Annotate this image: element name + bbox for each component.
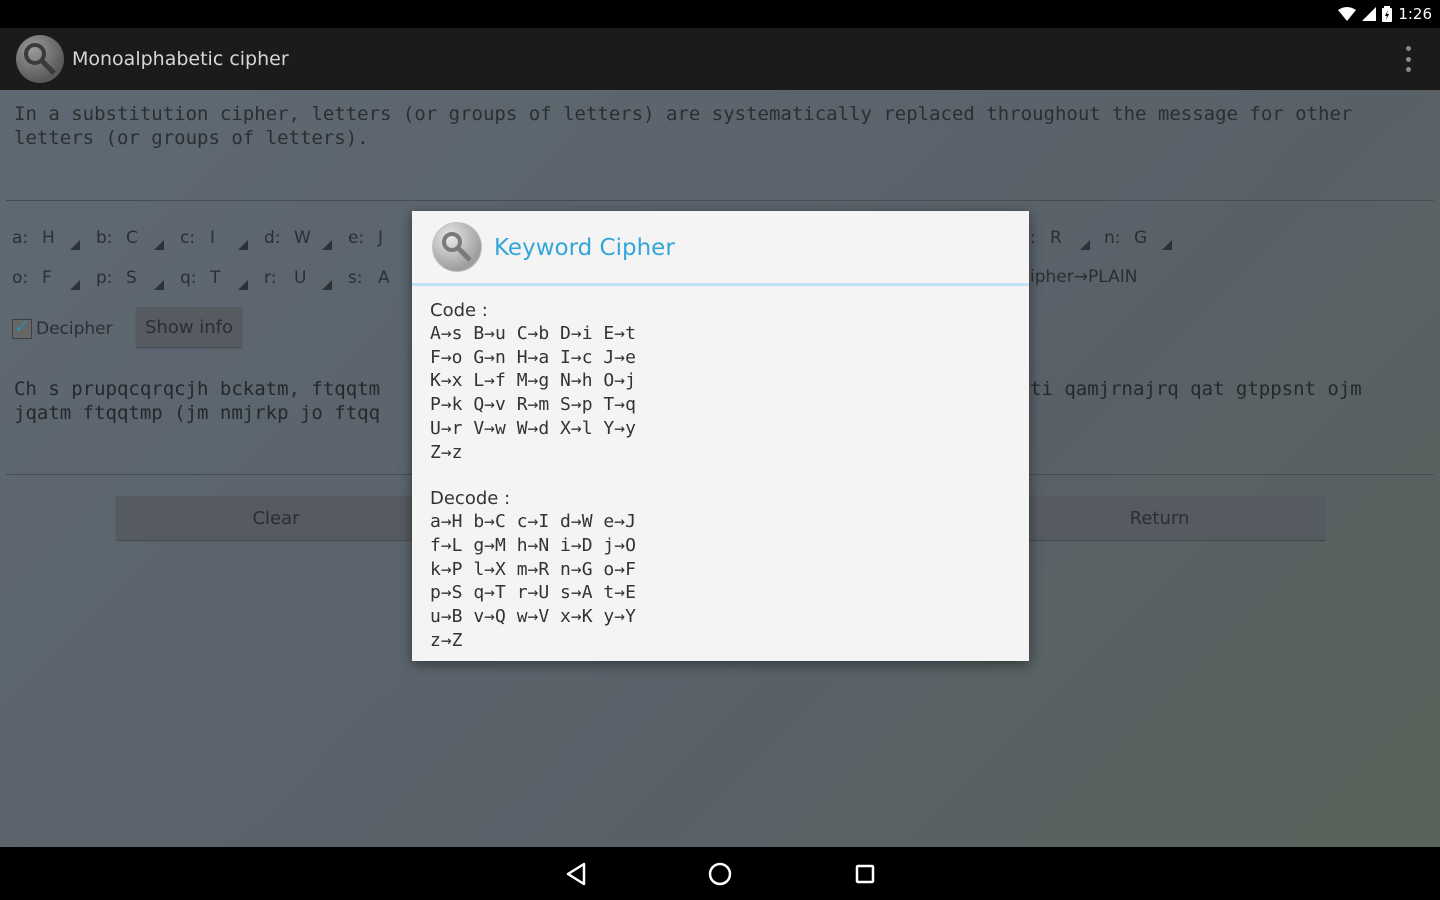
action-bar: Monoalphabetic cipher [0,28,1440,90]
code-heading: Code : [430,300,488,321]
status-bar: 1:26 [0,0,1440,28]
key-field-p[interactable]: p: S [96,264,164,294]
code-line: F→o G→n H→a I→c J→e [430,346,636,368]
battery-icon [1382,6,1393,22]
key-field-a[interactable]: a: H [12,224,80,254]
signal-icon [1362,7,1377,21]
cipher-line1-left: Ch s prupqcqrqcjh bckatm, ftqqtm [14,378,381,400]
key-field-c[interactable]: c: I [180,224,248,254]
code-line: A→s B→u C→b D→i E→t [430,323,636,344]
home-icon[interactable] [705,859,735,889]
code-line: P→k Q→v R→m S→p T→q [430,394,636,416]
key-field-s[interactable]: s: A [348,264,408,294]
key-field-n[interactable]: n: G [1104,224,1172,254]
wifi-icon [1338,7,1357,21]
keyword-cipher-dialog: Keyword Cipher Code : A→s B→u C→b D→i E→… [412,211,1029,661]
divider-top [6,200,1434,201]
back-icon[interactable] [561,859,591,889]
mapping-direction-label: ipher→PLAIN [1030,267,1138,287]
key-field-r[interactable]: r: U [264,264,332,294]
key-field-m[interactable]: :R [1030,224,1090,254]
app-key-icon[interactable] [16,35,64,83]
decode-line: z→Z [430,629,463,651]
key-field-d[interactable]: d: W [264,224,332,254]
decode-line: a→H b→C c→I d→W e→J [430,511,636,533]
recents-icon[interactable] [850,859,880,889]
decode-line: f→L g→M h→N i→D j→O [430,534,636,556]
decipher-label[interactable]: Decipher [36,319,113,339]
overflow-menu-icon[interactable] [1404,46,1412,72]
clear-button[interactable]: Clear [116,496,436,540]
code-line: U→r V→w W→d X→l Y→y [430,417,636,439]
status-time: 1:26 [1398,5,1432,23]
dialog-title-divider [412,283,1029,286]
status-icons: 1:26 [1338,4,1432,24]
app-title: Monoalphabetic cipher [72,48,289,70]
decipher-checkbox[interactable] [12,316,32,339]
key-field-q[interactable]: q: T [180,264,248,294]
navigation-bar [0,847,1440,900]
code-line: K→x L→f M→g N→h O→j [430,370,636,392]
key-field-e[interactable]: e: J [348,224,408,254]
cipher-line1-right: ti qamjrnajrq qat gtppsnt ojm [1030,378,1362,400]
dialog-title: Keyword Cipher [494,235,675,261]
decode-line: k→P l→X m→R n→G o→F [430,558,636,580]
return-button[interactable]: Return [1004,496,1325,540]
decode-line: u→B v→Q w→V x→K y→Y [430,606,636,628]
code-line: Z→z [430,441,463,463]
key-field-o[interactable]: o: F [12,264,80,294]
dialog-body: Code : A→s B→u C→b D→i E→t F→o G→n H→a I… [430,299,1010,652]
decode-heading: Decode : [430,488,511,510]
dialog-key-icon [432,222,482,272]
show-info-button[interactable]: Show info [136,307,242,347]
decode-line: p→S q→T r→U s→A t→E [430,582,636,604]
key-field-b[interactable]: b: C [96,224,164,254]
intro-text: In a substitution cipher, letters (or gr… [14,103,1353,149]
cipher-line2-left: jqatm ftqqtmp (jm nmjrkp jo ftqq [14,402,381,424]
